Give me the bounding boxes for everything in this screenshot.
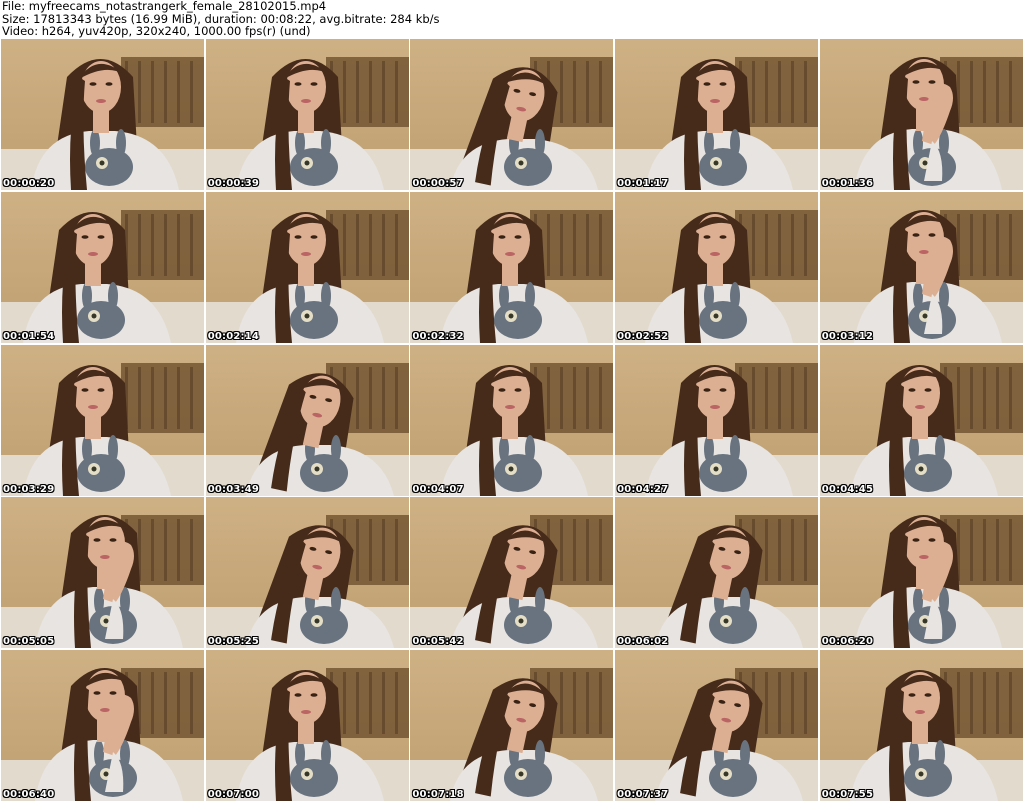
thumbnail-frame: 00:07:00 xyxy=(205,650,409,801)
frame-image xyxy=(615,497,819,649)
frame-timestamp: 00:01:36 xyxy=(821,178,874,189)
frame-image xyxy=(410,39,614,190)
frame-image xyxy=(205,650,409,801)
thumbnail-frame: 00:04:07 xyxy=(410,344,614,496)
frame-image xyxy=(615,650,819,801)
frame-image xyxy=(819,344,1023,496)
frame-timestamp: 00:03:29 xyxy=(3,483,55,495)
frame-timestamp: 00:03:49 xyxy=(207,483,260,495)
thumbnail-frame: 00:07:55 xyxy=(819,650,1023,801)
thumbnail-frame: 00:06:40 xyxy=(1,650,204,801)
thumbnail-frame: 00:01:54 xyxy=(1,191,204,343)
thumbnail-frame: 00:04:27 xyxy=(615,344,819,496)
thumbnail-frame: 00:01:36 xyxy=(819,39,1023,190)
frame-image xyxy=(205,39,409,190)
frame-image xyxy=(819,497,1023,649)
frame-image xyxy=(1,39,204,190)
thumbnail-frame: 00:07:37 xyxy=(615,650,819,801)
frame-image xyxy=(615,39,819,190)
frame-timestamp: 00:05:25 xyxy=(207,636,260,648)
frame-timestamp: 00:05:42 xyxy=(412,636,464,648)
frame-timestamp: 00:00:20 xyxy=(3,178,55,189)
frame-image xyxy=(1,497,204,649)
frame-timestamp: 00:00:39 xyxy=(207,178,260,189)
video-info-line: Video: h264, yuv420p, 320x240, 1000.00 f… xyxy=(2,24,311,38)
frame-image xyxy=(819,650,1023,801)
frame-image xyxy=(410,191,614,343)
frame-timestamp: 00:05:05 xyxy=(3,636,55,648)
thumbnail-frame: 00:03:49 xyxy=(205,344,409,496)
frame-timestamp: 00:01:17 xyxy=(617,178,669,189)
frame-timestamp: 00:04:45 xyxy=(821,483,874,495)
thumbnail-frame: 00:02:14 xyxy=(205,191,409,343)
frame-image xyxy=(1,650,204,801)
frame-image xyxy=(410,650,614,801)
thumbnail-frame: 00:05:25 xyxy=(205,497,409,649)
frame-image xyxy=(615,344,819,496)
frame-image xyxy=(205,191,409,343)
frame-image xyxy=(205,344,409,496)
thumbnail-frame: 00:03:12 xyxy=(819,191,1023,343)
thumbnail-frame: 00:01:17 xyxy=(615,39,819,190)
thumbnail-grid: 00:00:20 00:00:39 00:00:57 00:01:17 00:01:36… xyxy=(1,39,1023,801)
thumbnail-frame: 00:02:52 xyxy=(615,191,819,343)
frame-timestamp: 00:04:27 xyxy=(617,483,669,495)
thumbnail-frame: 00:05:05 xyxy=(1,497,204,649)
frame-image xyxy=(819,39,1023,190)
frame-timestamp: 00:02:52 xyxy=(617,330,669,342)
frame-timestamp: 00:00:57 xyxy=(412,178,464,189)
thumbnail-frame: 00:06:02 xyxy=(615,497,819,649)
thumbnail-frame: 00:00:39 xyxy=(205,39,409,190)
thumbnail-frame: 00:06:20 xyxy=(819,497,1023,649)
frame-image xyxy=(1,344,204,496)
frame-image xyxy=(410,344,614,496)
file-name-line: File: myfreecams_notastrangerk_female_28… xyxy=(2,0,327,13)
frame-image xyxy=(819,191,1023,343)
frame-timestamp: 00:03:12 xyxy=(821,330,874,342)
frame-timestamp: 00:01:54 xyxy=(3,330,55,342)
thumbnail-frame: 00:03:29 xyxy=(1,344,204,496)
frame-image xyxy=(205,497,409,649)
thumbnail-frame: 00:04:45 xyxy=(819,344,1023,496)
frame-timestamp: 00:06:02 xyxy=(617,636,669,648)
thumbnail-frame: 00:07:18 xyxy=(410,650,614,801)
frame-image xyxy=(615,191,819,343)
thumbnail-frame: 00:00:20 xyxy=(1,39,204,190)
thumbnail-frame: 00:00:57 xyxy=(410,39,614,190)
frame-timestamp: 00:04:07 xyxy=(412,483,464,495)
frame-timestamp: 00:02:14 xyxy=(207,330,260,342)
thumbnail-frame: 00:05:42 xyxy=(410,497,614,649)
frame-image xyxy=(410,497,614,649)
info-header: File: myfreecams_notastrangerk_female_28… xyxy=(2,0,1022,38)
frame-timestamp: 00:02:32 xyxy=(412,330,464,342)
thumbnail-frame: 00:02:32 xyxy=(410,191,614,343)
frame-timestamp: 00:06:20 xyxy=(821,636,874,648)
frame-image xyxy=(1,191,204,343)
